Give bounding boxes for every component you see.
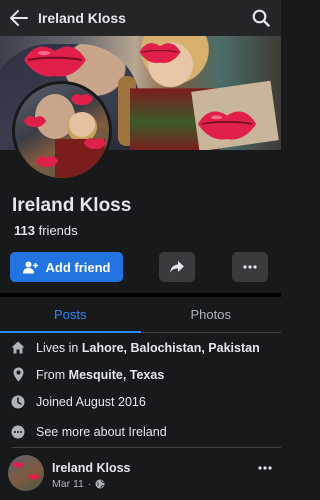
more-options-button[interactable] xyxy=(232,252,268,282)
share-button[interactable] xyxy=(159,252,195,282)
back-button[interactable] xyxy=(0,0,38,36)
lips-sticker xyxy=(12,462,24,468)
post-author-name[interactable]: Ireland Kloss xyxy=(52,461,131,475)
search-icon xyxy=(252,9,270,27)
lives-in-row: Lives in Lahore, Balochistan, Pakistan xyxy=(0,334,281,361)
lips-sticker xyxy=(70,94,94,106)
search-button[interactable] xyxy=(241,0,281,36)
page-title: Ireland Kloss xyxy=(38,10,126,26)
tab-posts[interactable]: Posts xyxy=(0,297,141,333)
friends-number: 113 xyxy=(14,223,35,238)
more-circle-icon xyxy=(0,425,36,439)
friends-count[interactable]: 113 friends xyxy=(14,223,78,238)
profile-avatar[interactable] xyxy=(12,81,112,181)
arrow-left-icon xyxy=(10,10,28,26)
more-horizontal-icon xyxy=(258,466,272,470)
lips-sticker xyxy=(28,474,40,480)
globe-icon xyxy=(95,479,105,489)
post-date[interactable]: Mar 11 xyxy=(52,478,84,490)
share-icon xyxy=(170,261,184,273)
from-row: From Mesquite, Texas xyxy=(0,361,281,388)
intro-section: Lives in Lahore, Balochistan, Pakistan F… xyxy=(0,334,281,445)
lips-sticker xyxy=(197,111,257,140)
friends-label: friends xyxy=(38,223,78,238)
lips-sticker xyxy=(24,46,86,77)
divider xyxy=(12,447,281,448)
home-icon xyxy=(0,341,36,354)
top-bar: Ireland Kloss xyxy=(0,0,281,36)
see-more-row[interactable]: See more about Ireland xyxy=(0,418,281,445)
post-options-button[interactable] xyxy=(254,458,276,478)
lips-sticker xyxy=(139,43,181,64)
clock-icon xyxy=(0,395,36,409)
lips-sticker xyxy=(35,156,59,168)
tab-photos[interactable]: Photos xyxy=(141,297,282,332)
lives-in-value[interactable]: Lahore, Balochistan, Pakistan xyxy=(82,341,260,355)
meta-separator: · xyxy=(87,478,92,490)
add-friend-label: Add friend xyxy=(45,259,111,275)
lives-in-prefix: Lives in xyxy=(36,340,79,355)
location-pin-icon xyxy=(0,367,36,382)
from-prefix: From xyxy=(36,367,66,382)
add-user-icon xyxy=(22,261,38,273)
profile-tabs: Posts Photos xyxy=(0,297,281,333)
lips-sticker xyxy=(23,116,47,128)
lips-sticker xyxy=(83,138,107,150)
joined-row: Joined August 2016 xyxy=(0,388,281,415)
more-horizontal-icon xyxy=(243,265,257,269)
add-friend-button[interactable]: Add friend xyxy=(10,252,123,282)
post-author-avatar[interactable] xyxy=(8,455,44,491)
profile-name: Ireland Kloss xyxy=(12,195,132,216)
post-meta: Mar 11 · xyxy=(52,478,105,490)
from-value[interactable]: Mesquite, Texas xyxy=(69,368,165,382)
joined-text: Joined August 2016 xyxy=(36,394,146,409)
see-more-text: See more about Ireland xyxy=(36,424,167,439)
